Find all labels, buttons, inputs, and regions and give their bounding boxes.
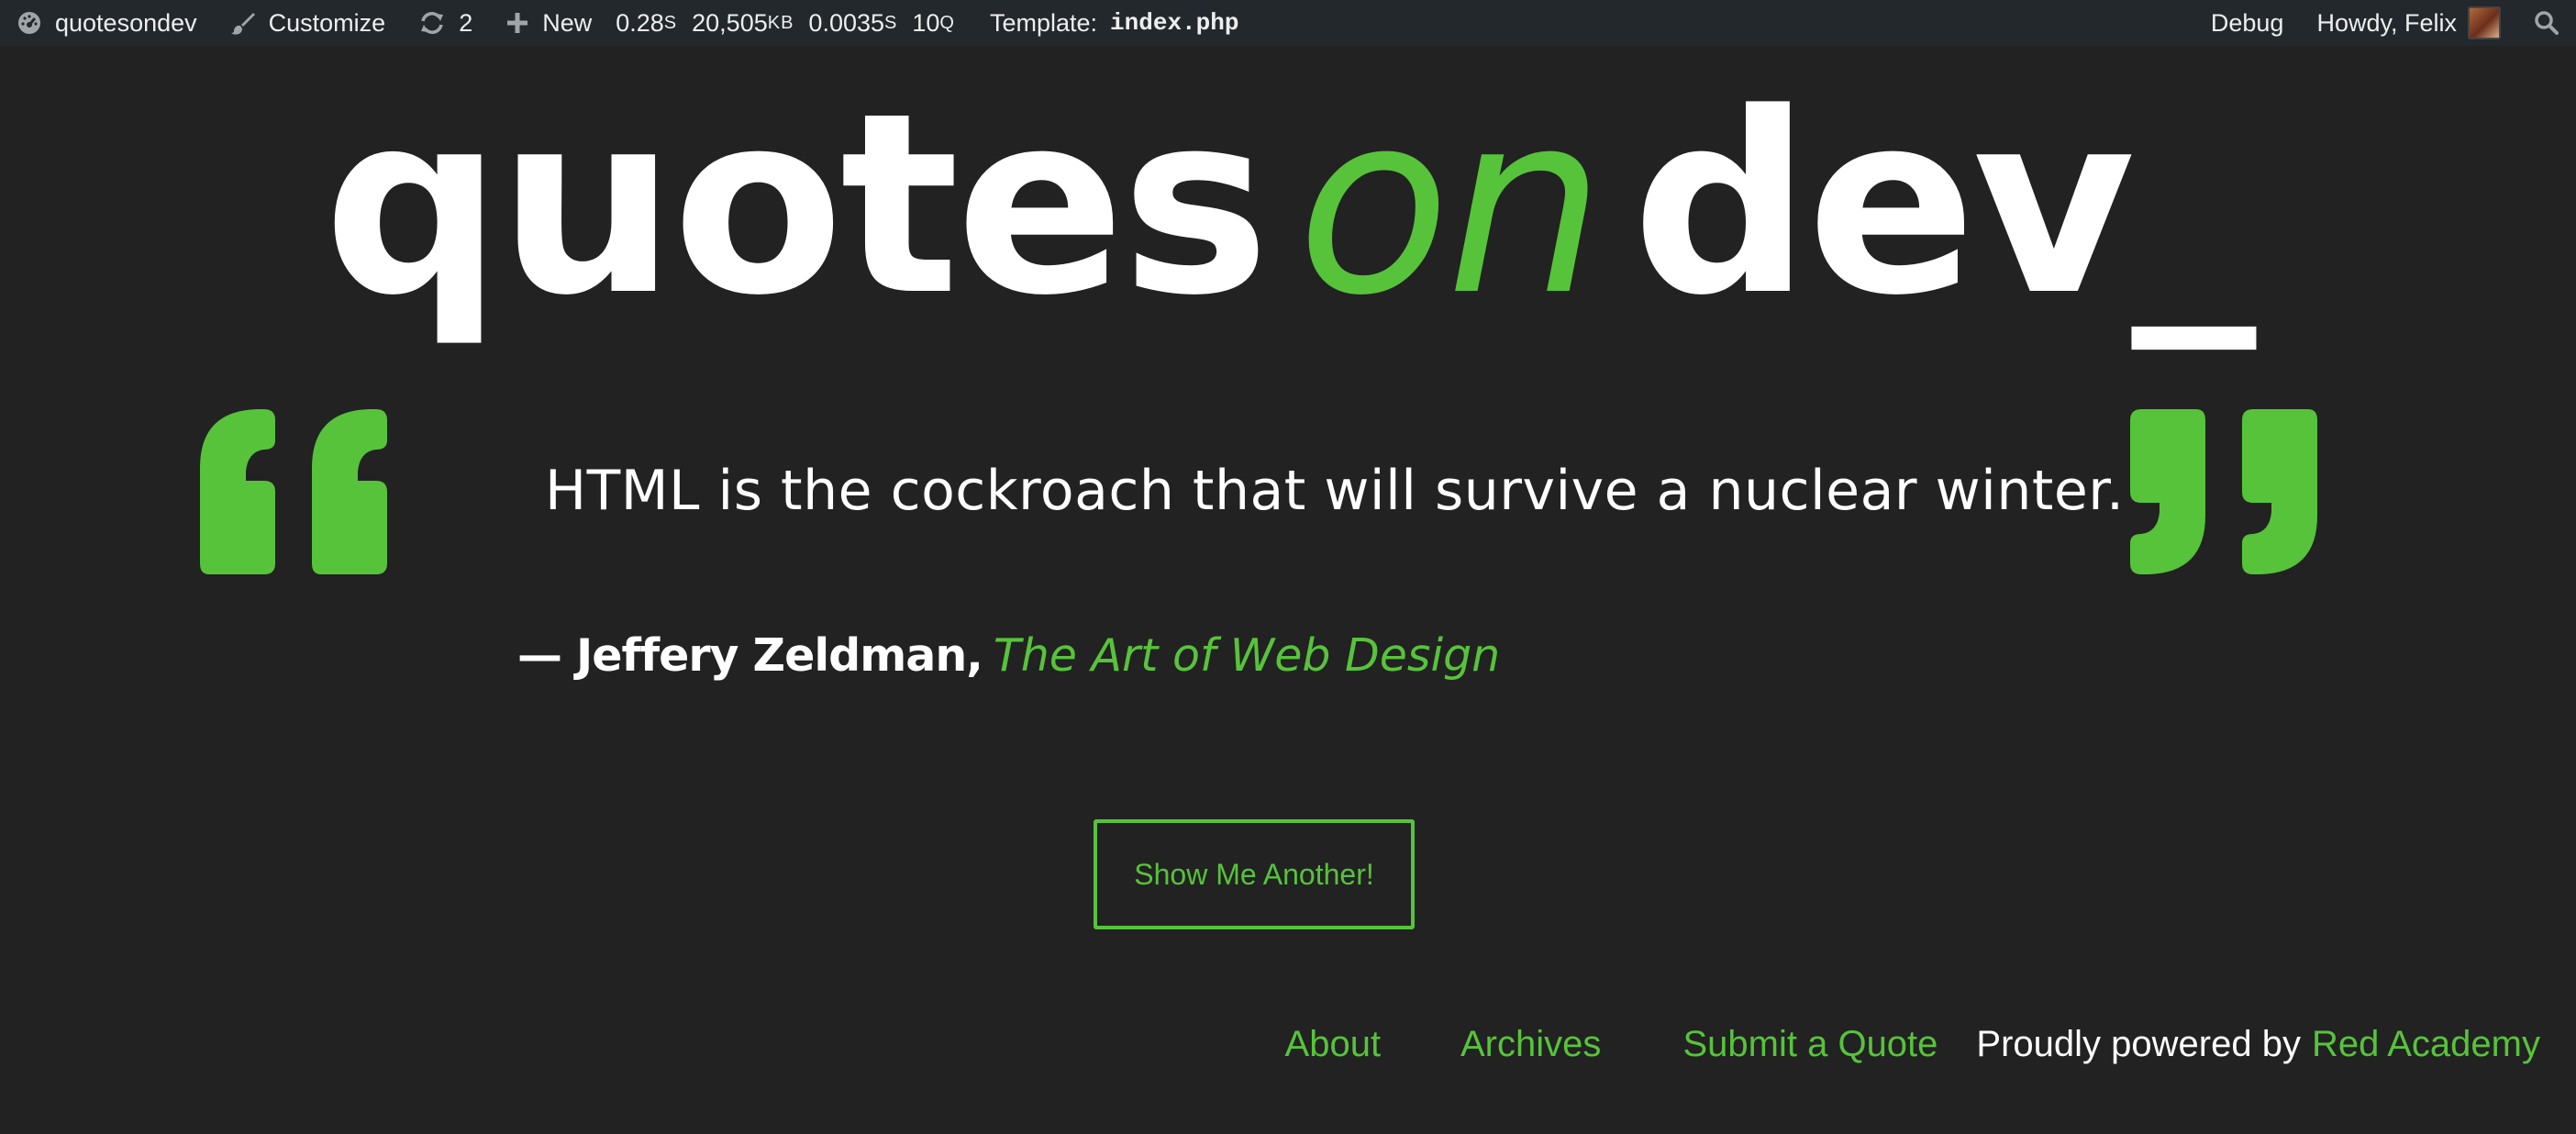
memory-unit: KB [767,12,794,33]
refresh-icon [418,10,446,36]
admin-bar-left: quotesondev Customize 2 New 0.28 S 20,50… [0,0,1255,46]
show-another-button[interactable]: Show Me Another! [1094,819,1415,929]
powered-by-label: Proudly powered by [1976,1024,2301,1064]
avatar [2468,6,2501,39]
stat-query-time[interactable]: 0.0035 S [801,0,905,46]
debug-menu[interactable]: Debug [2194,0,2301,46]
site-footer: About Archives Submit a Quote Proudly po… [1285,1024,2540,1065]
page-time-unit: S [663,12,678,33]
template-file: index.php [1110,9,1239,37]
my-account-menu[interactable]: Howdy, Felix [2300,0,2517,46]
queries-unit: Q [939,12,955,33]
template-label: Template: [989,8,1098,37]
close-quote-icon [2119,404,2321,587]
quote-text: HTML is the cockroach that will survive … [545,459,2125,523]
updates-count: 2 [459,8,473,37]
greeting-label: Howdy, Felix [2316,8,2457,37]
customize-menu[interactable]: Customize [214,0,403,46]
footer-link-submit-quote[interactable]: Submit a Quote [1682,1024,1938,1064]
template-indicator[interactable]: Template: index.php [962,0,1256,46]
logo-word-on: on [1297,61,1604,350]
site-logo[interactable]: quotes on dev_ [0,81,2576,330]
query-time-value: 0.0035 [808,8,885,37]
site-name-label: quotesondev [55,8,197,37]
search-icon [2534,10,2559,36]
footer-link-archives[interactable]: Archives [1460,1024,1601,1064]
paintbrush-icon [230,10,256,36]
open-quote-icon [196,404,398,587]
stat-queries[interactable]: 10 Q [905,0,962,46]
logo-word-dev: dev_ [1631,61,2256,350]
query-time-unit: S [884,12,898,33]
logo-word-quotes: quotes [323,61,1271,350]
admin-search[interactable] [2517,0,2576,46]
stat-page-time[interactable]: 0.28 S [608,0,684,46]
updates-menu[interactable]: 2 [402,0,489,46]
customize-label: Customize [268,8,386,37]
footer-link-about[interactable]: About [1285,1024,1382,1064]
dashboard-icon [17,10,42,36]
footer-nav: About Archives Submit a Quote [1285,1024,1977,1065]
powered-by: Proudly powered by Red Academy [1976,1024,2540,1065]
new-content-menu[interactable]: New [489,0,608,46]
page-time-value: 0.28 [616,8,664,37]
debug-label: Debug [2210,8,2284,37]
queries-value: 10 [912,8,940,37]
admin-bar: quotesondev Customize 2 New 0.28 S 20,50… [0,0,2576,46]
memory-value: 20,505 [692,8,768,37]
quote-author: — Jeffery Zeldman, [517,629,983,682]
plus-icon [505,11,529,35]
admin-bar-right: Debug Howdy, Felix [2194,0,2576,46]
new-label: New [542,8,593,37]
site-name-menu[interactable]: quotesondev [0,0,214,46]
red-academy-link[interactable]: Red Academy [2312,1024,2540,1064]
quote-attribution: — Jeffery Zeldman, The Art of Web Design [517,629,1500,682]
quote-source-link[interactable]: The Art of Web Design [994,629,1500,682]
stat-memory[interactable]: 20,505 KB [684,0,801,46]
